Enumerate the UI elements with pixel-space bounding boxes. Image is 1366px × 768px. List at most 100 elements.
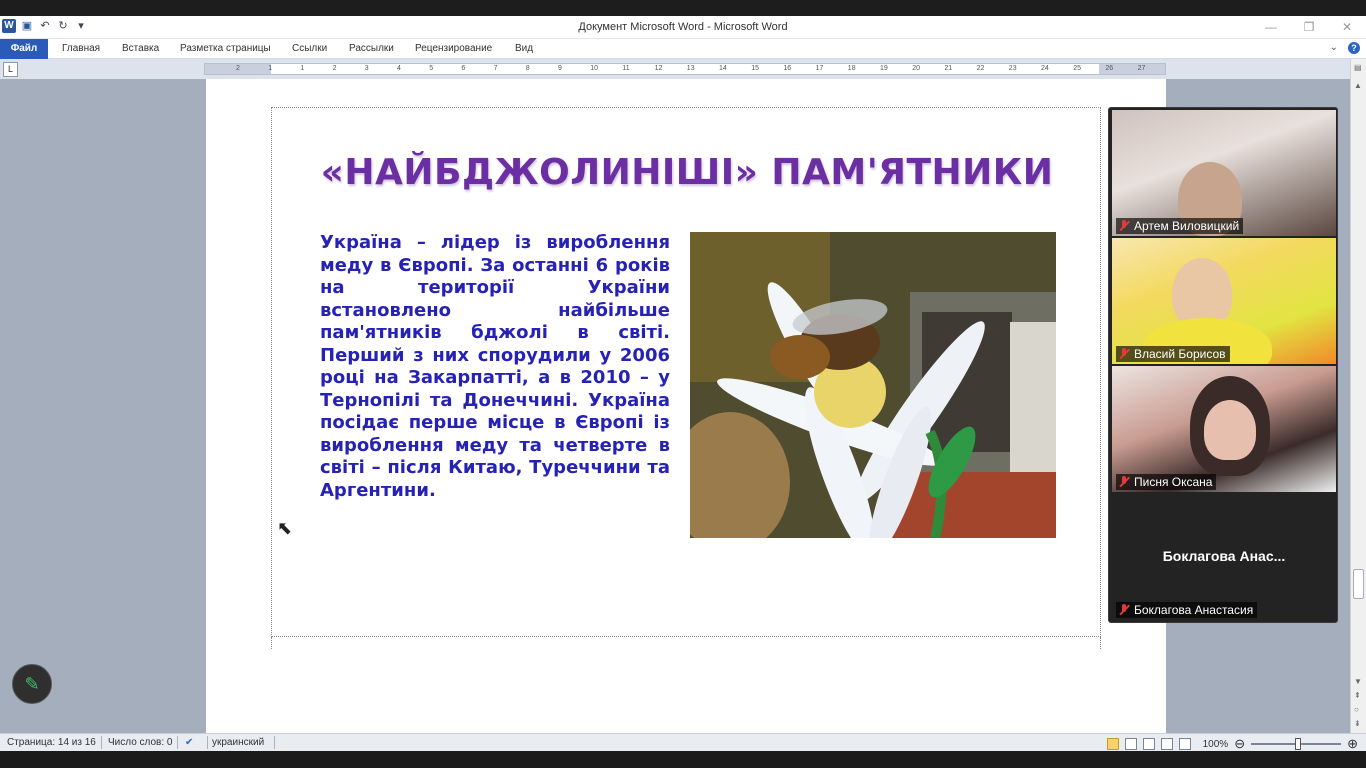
document-page[interactable]: «НАЙБДЖОЛИНІШІ» ПАМ'ЯТНИКИ Україна – лід… (206, 79, 1166, 733)
help-icon[interactable]: ? (1348, 42, 1360, 54)
ruler-number: 9 (558, 65, 562, 72)
tab-insert[interactable]: Вставка (122, 41, 159, 59)
previous-page-icon[interactable]: ⇞ (1354, 691, 1361, 700)
ruler-number: 1 (268, 65, 273, 72)
zoom-slider[interactable] (1251, 738, 1342, 750)
ruler-number: 19 (880, 65, 888, 72)
ruler-number: 4 (397, 65, 401, 72)
participant-tile-2[interactable]: Власий Борисов (1112, 238, 1336, 364)
window-title: Документ Microsoft Word - Microsoft Word (578, 21, 788, 33)
close-button[interactable]: ✕ (1328, 16, 1366, 38)
zoom-out-icon[interactable]: ⊖ (1234, 736, 1245, 752)
tab-review[interactable]: Рецензирование (415, 41, 492, 59)
vertical-scrollbar[interactable]: ▤ ▲ ▼ ⇞ ○ ⇟ (1350, 59, 1366, 733)
proofing-icon[interactable]: ✔ (185, 737, 193, 748)
scroll-down-icon[interactable]: ▼ (1354, 677, 1362, 686)
status-separator (274, 736, 275, 749)
ruler-number: 21 (944, 65, 953, 72)
mouse-cursor-icon: ⬉ (277, 518, 293, 538)
participant-name-1: Артем Виловицкий (1134, 219, 1240, 233)
participant-name-3: Писня Оксана (1134, 475, 1213, 489)
participant-name-tag-2: Власий Борисов (1116, 346, 1230, 362)
ruler-number: 18 (847, 65, 856, 72)
title-bar: W ▣ ↶ ↻ ▾ Документ Microsoft Word - Micr… (0, 16, 1366, 39)
participant-tile-3[interactable]: Писня Оксана (1112, 366, 1336, 492)
tab-references[interactable]: Ссылки (292, 41, 327, 59)
ribbon-right-controls: ⌄ ? (1330, 42, 1360, 54)
word-count[interactable]: Число слов: 0 (108, 737, 172, 748)
ruler-number: 11 (622, 65, 630, 72)
ruler-number: 14 (719, 65, 727, 72)
ruler-number: 17 (815, 65, 824, 72)
scroll-up-icon[interactable]: ▲ (1354, 81, 1362, 90)
ruler-number: 12 (654, 65, 663, 72)
language-indicator[interactable]: украинский (212, 737, 264, 748)
horizontal-ruler[interactable]: 2 1 1 2 3 4 5 6 7 8 9 10 11 12 13 14 15 16 17 18 19 20 21 22 23 2… (204, 63, 1166, 75)
ruler-number: 8 (525, 65, 530, 72)
screen-top-bar (0, 0, 1366, 16)
participant-name-tag-1: Артем Виловицкий (1116, 218, 1244, 234)
screen-bottom-bar (0, 751, 1366, 768)
tab-file[interactable]: Файл (0, 39, 48, 59)
browse-object-icon[interactable]: ○ (1354, 705, 1359, 714)
pen-annotate-button[interactable]: ✎ (12, 664, 52, 704)
ruler-number: 16 (783, 65, 792, 72)
tab-page-layout[interactable]: Разметка страницы (180, 41, 271, 59)
ruler-number: 7 (493, 65, 498, 72)
muted-mic-icon (1118, 220, 1130, 232)
tab-selector[interactable]: L (3, 62, 18, 77)
minimize-ribbon-icon[interactable]: ⌄ (1330, 42, 1338, 54)
ruler-number: 6 (461, 65, 466, 72)
web-layout-view-icon[interactable] (1142, 738, 1155, 750)
slide-title: «НАЙБДЖОЛИНІШІ» ПАМ'ЯТНИКИ (320, 152, 1054, 193)
ruler-number: 26 (1105, 65, 1114, 72)
muted-mic-icon (1118, 604, 1130, 616)
ruler-number: 25 (1073, 65, 1081, 72)
participant-tile-1[interactable]: Артем Виловицкий (1112, 110, 1336, 236)
participant-display-title-4: Боклагова Анас... (1162, 548, 1286, 564)
zoom-level[interactable]: 100% (1203, 739, 1229, 750)
draft-view-icon[interactable] (1178, 738, 1191, 750)
ruler-number: 2 (332, 65, 337, 72)
zoom-in-icon[interactable]: ⊕ (1347, 736, 1358, 752)
bee-monument-photo (690, 232, 1056, 538)
ruler-number: 13 (686, 65, 695, 72)
video-call-panel: Артем Виловицкий Власий Борисов Писня Ок… (1108, 107, 1338, 623)
participant-name-tag-4: Боклагова Анастасия (1116, 602, 1258, 618)
bee-flower-illustration (690, 232, 1056, 538)
ribbon-tabs: Файл Главная Вставка Разметка страницы С… (0, 39, 1366, 59)
tab-view[interactable]: Вид (515, 41, 533, 59)
participant-tile-4[interactable]: Боклагова Анас... Боклагова Анастасия (1112, 494, 1336, 620)
ruler-number: 27 (1137, 65, 1146, 72)
participant-name-2: Власий Борисов (1134, 347, 1226, 361)
tab-mailings[interactable]: Рассылки (349, 41, 394, 59)
ruler-toggle-icon[interactable]: ▤ (1354, 63, 1362, 72)
outline-view-icon[interactable] (1160, 738, 1173, 750)
participant-video-3 (1204, 400, 1256, 460)
slide-frame[interactable]: «НАЙБДЖОЛИНІШІ» ПАМ'ЯТНИКИ Україна – лід… (271, 107, 1101, 637)
slide-frame-lower (271, 637, 1101, 649)
window-controls: — ❐ ✕ (1252, 16, 1366, 38)
tab-home[interactable]: Главная (62, 41, 100, 59)
ruler-number: 10 (590, 65, 598, 72)
minimize-button[interactable]: — (1252, 16, 1290, 38)
restore-button[interactable]: ❐ (1290, 16, 1328, 38)
ruler-number: 24 (1041, 65, 1049, 72)
ruler-number: 2 (236, 65, 240, 72)
view-zoom-controls: 100% ⊖ ⊕ (1106, 736, 1358, 752)
full-screen-reading-view-icon[interactable] (1124, 738, 1137, 750)
slide-body-text: Україна – лідер із вироблення меду в Євр… (320, 232, 670, 501)
participant-name-tag-3: Писня Оксана (1116, 474, 1217, 490)
next-page-icon[interactable]: ⇟ (1354, 719, 1361, 728)
ruler-number: 5 (429, 65, 434, 72)
status-separator (207, 736, 208, 749)
status-separator (177, 736, 178, 749)
page-counter[interactable]: Страница: 14 из 16 (7, 737, 96, 748)
print-layout-view-icon[interactable] (1106, 738, 1119, 750)
status-separator (101, 736, 102, 749)
zoom-slider-thumb[interactable] (1295, 738, 1302, 750)
status-bar: Страница: 14 из 16 Число слов: 0 ✔ украи… (0, 733, 1366, 751)
ruler-number: 20 (912, 65, 920, 72)
scroll-thumb[interactable] (1353, 569, 1364, 599)
muted-mic-icon (1118, 348, 1130, 360)
